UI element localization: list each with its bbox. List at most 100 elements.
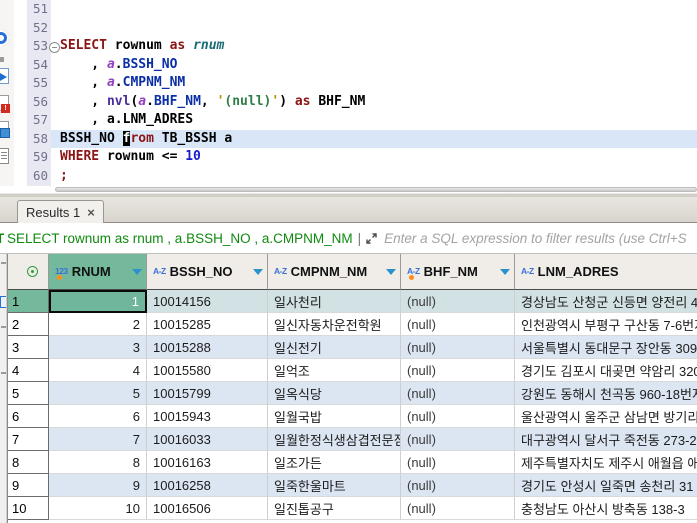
sql-editor-pane[interactable]: 51 52 53 54 55 56 57 58 59 60 SELECT row… [0,0,697,186]
cell-cmpnm-nm[interactable]: 일사천리 [268,290,401,313]
cell-cmpnm-nm[interactable]: 일진톱공구 [268,497,401,520]
cell-rnum-selected[interactable]: 1 [49,290,147,313]
execute-script-icon[interactable] [0,68,9,84]
table-row: 5 5 10015799 일옥식당 (null) 강원도 동해시 천곡동 960… [8,382,697,405]
cell-lnm-adres[interactable]: 울산광역시 울주군 삼남면 방기리 16 [515,405,697,428]
cell-bhf-nm[interactable]: (null) [401,359,515,382]
cell-bhf-nm[interactable]: (null) [401,497,515,520]
error-document-icon[interactable] [0,95,9,111]
cell-bssh-no[interactable]: 10015943 [147,405,268,428]
cell-cmpnm-nm[interactable]: 일월한정식생삼겹전문점 [268,428,401,451]
cell-bssh-no[interactable]: 10016033 [147,428,268,451]
cell-bssh-no[interactable]: 10015285 [147,313,268,336]
cell-lnm-adres[interactable]: 서울특별시 동대문구 장안동 309-1번지 [515,336,697,359]
cell-rnum[interactable]: 2 [49,313,147,336]
grid-view-icon[interactable] [0,296,7,308]
column-bhf-nm: BHF_NM [154,94,201,109]
cell-cmpnm-nm[interactable]: 일옥식당 [268,382,401,405]
cell-bssh-no[interactable]: 10014156 [147,290,268,313]
sort-dropdown-icon[interactable] [500,269,510,275]
keyword-where: WHERE [60,149,99,164]
cell-bhf-nm[interactable]: (null) [401,474,515,497]
line-number: 55 [27,74,51,93]
cell-rnum[interactable]: 4 [49,359,147,382]
column-header-lnm-adres[interactable]: A-Z LNM_ADRES [515,254,697,290]
text-type-icon: A-Z [407,267,420,276]
sort-dropdown-icon[interactable] [386,269,396,275]
cell-lnm-adres[interactable]: 강원도 동해시 천곡동 960-18번지 [515,382,697,405]
cell-cmpnm-nm[interactable]: 일억조 [268,359,401,382]
column-header-bhf-nm[interactable]: A-Z BHF_NM [401,254,515,290]
cell-bssh-no[interactable]: 10015288 [147,336,268,359]
grid-corner-cell[interactable] [8,254,49,290]
row-header[interactable]: 2 [8,313,49,336]
cell-lnm-adres[interactable]: 인천광역시 부평구 구산동 7-6번지 [515,313,697,336]
row-header[interactable]: 6 [8,405,49,428]
line-number-gutter: 51 52 53 54 55 56 57 58 59 60 [27,0,51,186]
cell-bssh-no[interactable]: 10016163 [147,451,268,474]
column-header-cmpnm-nm[interactable]: A-Z CMPNM_NM [268,254,401,290]
cell-bhf-nm[interactable]: (null) [401,382,515,405]
cell-bhf-nm[interactable]: (null) [401,405,515,428]
row-header[interactable]: 1 [8,290,49,313]
cell-bssh-no[interactable]: 10016258 [147,474,268,497]
cell-bhf-nm[interactable]: (null) [401,290,515,313]
cell-bssh-no[interactable]: 10015580 [147,359,268,382]
result-filter-input[interactable]: T SELECT rownum as rnum , a.BSSH_NO , a.… [0,223,697,254]
editor-horizontal-scrollbar[interactable] [0,186,697,193]
row-header[interactable]: 4 [8,359,49,382]
tab-label: Results 1 [26,205,80,220]
gear-icon[interactable] [0,30,9,46]
cell-rnum[interactable]: 7 [49,428,147,451]
row-header[interactable]: 7 [8,428,49,451]
cell-lnm-adres[interactable]: 충청남도 아산시 방축동 138-3 [515,497,697,520]
save-document-icon[interactable] [0,121,9,137]
cell-bssh-no[interactable]: 10016506 [147,497,268,520]
cell-lnm-adres[interactable]: 경기도 김포시 대곶면 약암리 320-1 [515,359,697,382]
cell-lnm-adres[interactable]: 경기도 안성시 일죽면 송천리 31 [515,474,697,497]
cell-lnm-adres[interactable]: 대구광역시 달서구 죽전동 273-2번지 [515,428,697,451]
cell-rnum[interactable]: 8 [49,451,147,474]
row-header[interactable]: 3 [8,336,49,359]
cell-bssh-no[interactable]: 10015799 [147,382,268,405]
row-header[interactable]: 9 [8,474,49,497]
cell-cmpnm-nm[interactable]: 일죽한울마트 [268,474,401,497]
sql-code-area[interactable]: SELECT rownum as rnum , a.BSSH_NO , a.CM… [51,0,697,186]
cell-rnum[interactable]: 5 [49,382,147,405]
filter-expand-icon[interactable] [365,232,378,245]
column-header-rnum[interactable]: 123 RNUM [49,254,147,290]
cell-rnum[interactable]: 10 [49,497,147,520]
cell-cmpnm-nm[interactable]: 일신자동차운전학원 [268,313,401,336]
cell-lnm-adres[interactable]: 경상남도 산청군 신등면 양전리 44 [515,290,697,313]
cell-bhf-nm[interactable]: (null) [401,451,515,474]
row-header[interactable]: 8 [8,451,49,474]
close-icon[interactable]: × [87,206,95,219]
cell-bhf-nm[interactable]: (null) [401,428,515,451]
cell-bhf-nm[interactable]: (null) [401,336,515,359]
column-label: LNM_ADRES [538,264,619,279]
sort-dropdown-icon[interactable] [132,269,142,275]
table-row: 6 6 10015943 일월국밥 (null) 울산광역시 울주군 삼남면 방… [8,405,697,428]
cell-cmpnm-nm[interactable]: 일월국밥 [268,405,401,428]
record-selector-icon[interactable] [27,266,38,277]
cell-lnm-adres[interactable]: 제주특별자치도 제주시 애월읍 애월리 [515,451,697,474]
line-number: 59 [27,148,51,167]
row-header[interactable]: 5 [8,382,49,405]
column-header-bssh-no[interactable]: A-Z BSSH_NO [147,254,268,290]
cell-cmpnm-nm[interactable]: 일신전기 [268,336,401,359]
tab-results-1[interactable]: Results 1 × [17,200,104,223]
output-list-icon[interactable] [0,148,9,164]
scrollbar-thumb[interactable] [55,187,697,192]
filter-query-text: SELECT rownum as rnum , a.BSSH_NO , a.CM… [7,231,353,246]
cell-rnum[interactable]: 9 [49,474,147,497]
filter-funnel-icon: T [0,231,7,246]
cell-bhf-nm[interactable]: (null) [401,313,515,336]
sort-dropdown-icon[interactable] [253,269,263,275]
row-header[interactable]: 10 [8,497,49,520]
dash-icon [1,262,6,264]
cell-cmpnm-nm[interactable]: 일조가든 [268,451,401,474]
number-literal: 10 [185,149,201,164]
cell-rnum[interactable]: 6 [49,405,147,428]
cell-rnum[interactable]: 3 [49,336,147,359]
line-number: 58 [27,130,51,149]
